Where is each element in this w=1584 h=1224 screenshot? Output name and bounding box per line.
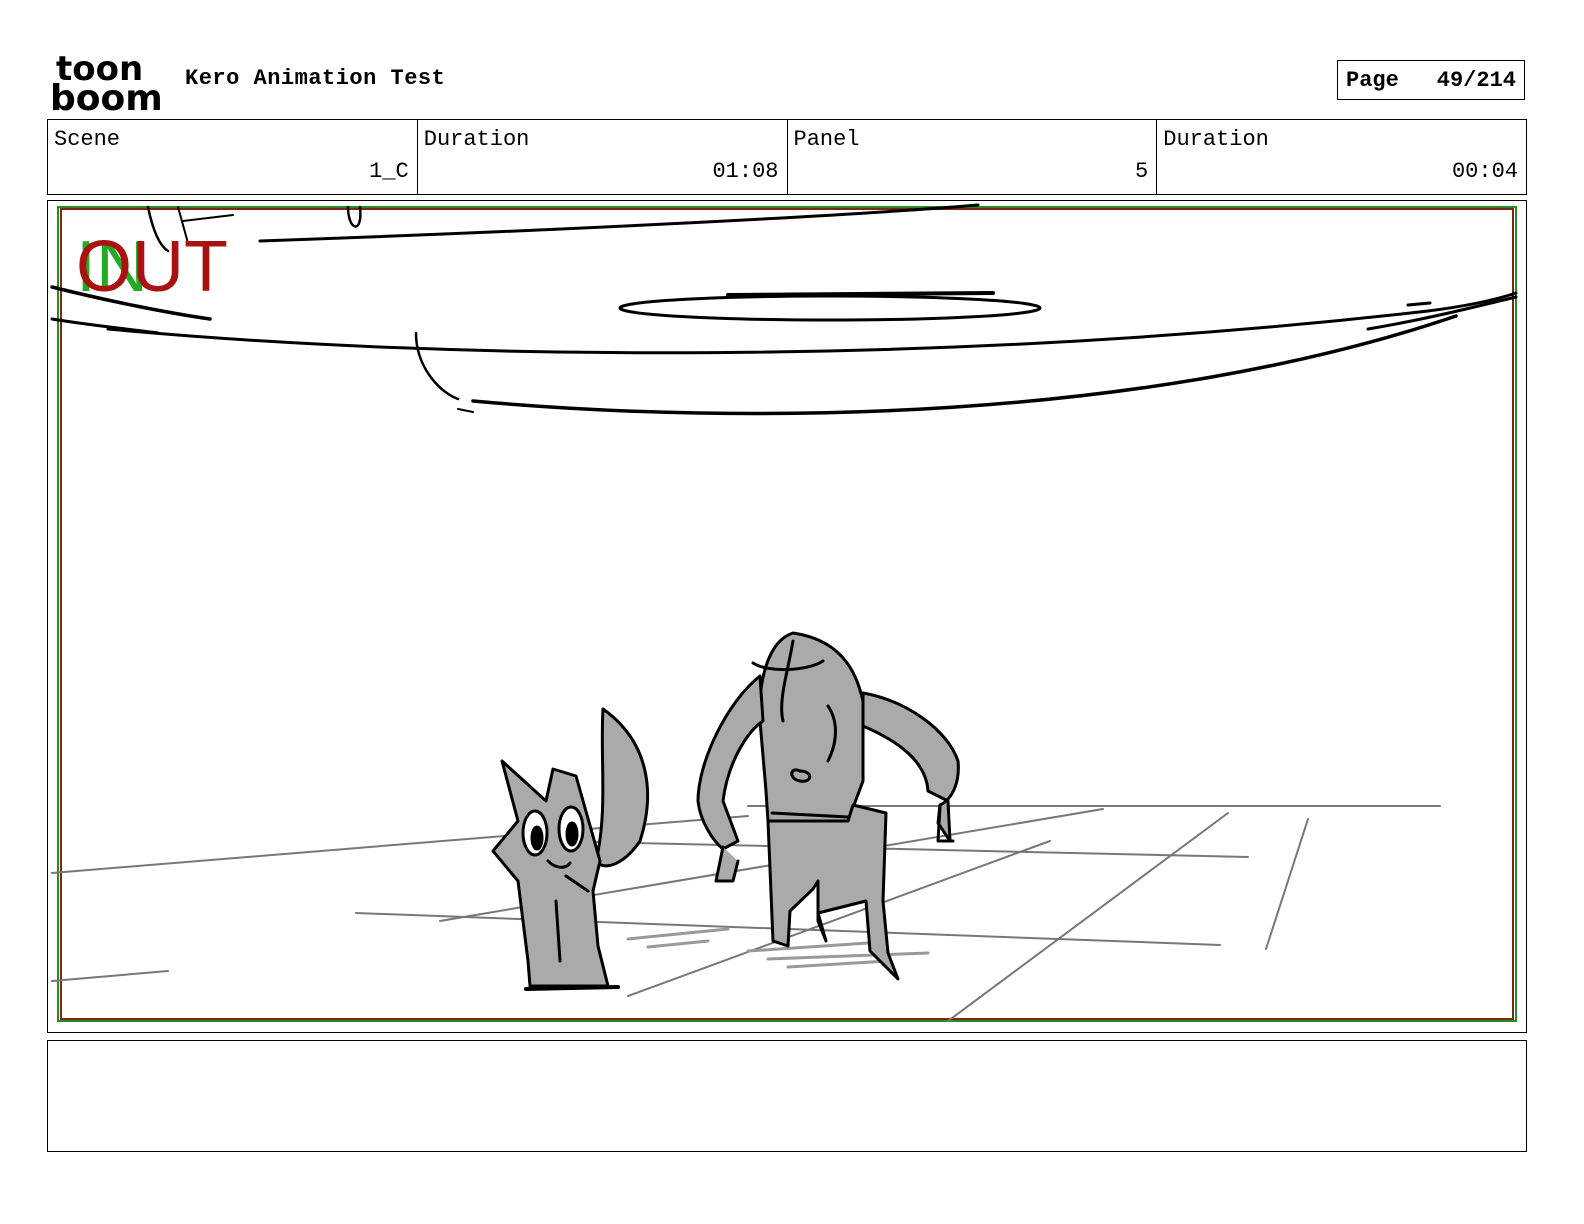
ceiling-structure xyxy=(50,203,1518,416)
storyboard-panel-image: IN OUT xyxy=(47,200,1527,1033)
panel-duration-cell: Duration 00:04 xyxy=(1157,120,1526,194)
scene-label: Scene xyxy=(54,127,121,152)
scene-duration-cell: Duration 01:08 xyxy=(418,120,788,194)
fox-character xyxy=(491,707,650,991)
toon-boom-logo-icon: toon boom xyxy=(50,50,163,114)
scene-cell: Scene 1_C xyxy=(48,120,418,194)
panel-info-row: Scene 1_C Duration 01:08 Panel 5 Duratio… xyxy=(47,119,1527,195)
project-title: Kero Animation Test xyxy=(185,66,446,91)
storyboard-sketch xyxy=(50,203,1518,1022)
page-label: Page xyxy=(1346,67,1399,93)
page-number: 49/214 xyxy=(1436,67,1516,93)
logo-text-bottom: boom xyxy=(50,78,163,114)
notes-box xyxy=(47,1040,1527,1152)
floor-grid xyxy=(51,805,1441,1022)
panel-label: Panel xyxy=(793,127,860,152)
panel-duration-value: 00:04 xyxy=(1451,159,1518,184)
scene-duration-label: Duration xyxy=(423,127,530,152)
page-indicator: Page 49/214 xyxy=(1337,60,1525,100)
scene-duration-value: 01:08 xyxy=(712,159,779,184)
scene-value: 1_C xyxy=(369,159,409,184)
panel-cell: Panel 5 xyxy=(788,120,1158,194)
panel-duration-label: Duration xyxy=(1163,127,1269,152)
panel-value: 5 xyxy=(1135,159,1149,184)
out-marker: OUT xyxy=(76,227,228,307)
